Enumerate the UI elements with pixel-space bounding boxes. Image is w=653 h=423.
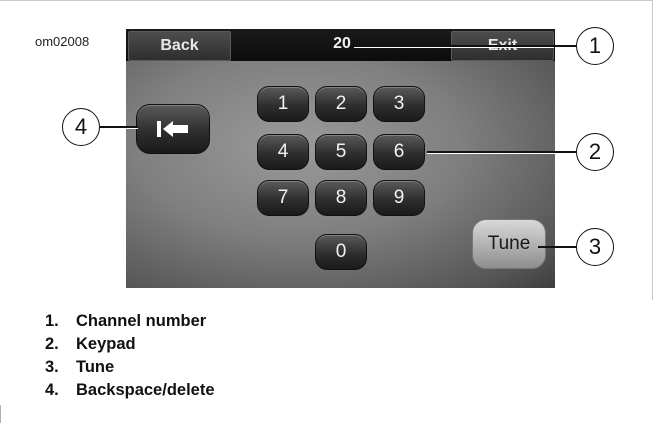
keypad-key-0[interactable]: 0: [315, 234, 367, 270]
callout-1: 1: [576, 27, 614, 65]
keypad-key-1[interactable]: 1: [257, 86, 309, 122]
keypad-key-7[interactable]: 7: [257, 180, 309, 216]
legend-label: Keypad: [76, 335, 136, 353]
callout-4: 4: [62, 108, 100, 146]
leader-line-3: [538, 246, 576, 248]
legend-label: Tune: [76, 358, 115, 376]
back-button[interactable]: Back: [128, 31, 231, 61]
legend-item: 4. Backspace/delete: [45, 379, 215, 402]
legend-item: 3. Tune: [45, 356, 215, 379]
keypad-key-4[interactable]: 4: [257, 134, 309, 170]
keypad-key-5[interactable]: 5: [315, 134, 367, 170]
legend-number: 4.: [45, 381, 59, 399]
backspace-button[interactable]: [136, 104, 210, 154]
figure-id: om02008: [35, 34, 90, 49]
keypad-key-9[interactable]: 9: [373, 180, 425, 216]
keypad-key-6[interactable]: 6: [373, 134, 425, 170]
legend-item: 2. Keypad: [45, 333, 215, 356]
leader-line-1-highlight: [354, 47, 554, 48]
legend-number: 2.: [45, 335, 59, 353]
legend: 1. Channel number 2. Keypad 3. Tune 4. B…: [45, 310, 215, 402]
keypad-key-2[interactable]: 2: [315, 86, 367, 122]
channel-number: 20: [333, 35, 351, 52]
legend-label: Channel number: [76, 312, 207, 330]
callout-2: 2: [576, 133, 614, 171]
radio-screen: Back 20 Exit 1 2 3 4 5 6 7 8 9 0 Tune: [126, 29, 555, 288]
leader-line-4-highlight: [126, 128, 138, 129]
legend-label: Backspace/delete: [76, 381, 215, 399]
figure-border-left: [0, 405, 1, 423]
legend-item: 1. Channel number: [45, 310, 215, 333]
backspace-arrow-icon: [157, 121, 188, 137]
legend-number: 3.: [45, 358, 59, 376]
leader-line-2-highlight: [427, 153, 555, 154]
keypad-key-3[interactable]: 3: [373, 86, 425, 122]
callout-3: 3: [576, 228, 614, 266]
legend-number: 1.: [45, 312, 59, 330]
figure-border-top: [0, 0, 653, 1]
tune-button[interactable]: Tune: [472, 219, 546, 269]
keypad-key-8[interactable]: 8: [315, 180, 367, 216]
